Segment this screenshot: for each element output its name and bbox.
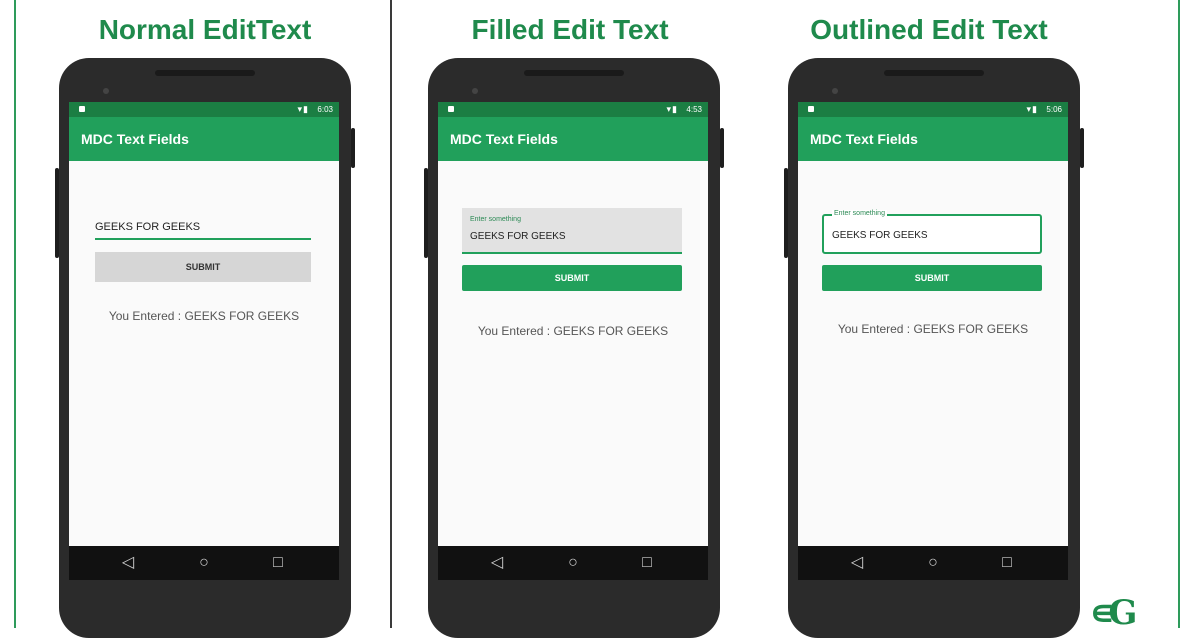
section-title-outlined: Outlined Edit Text bbox=[810, 14, 1048, 45]
back-icon[interactable]: ◁ bbox=[486, 552, 508, 574]
phone-screen: ▾▮ 6:03 MDC Text Fields SUBMIT You Enter… bbox=[69, 102, 339, 580]
submit-button[interactable]: SUBMIT bbox=[822, 265, 1042, 291]
phone-camera bbox=[472, 88, 478, 94]
volume-button bbox=[424, 168, 428, 258]
frame-right-border bbox=[1178, 0, 1180, 628]
app-bar-title: MDC Text Fields bbox=[69, 117, 339, 161]
app-bar-title: MDC Text Fields bbox=[798, 117, 1068, 161]
recents-icon[interactable]: □ bbox=[636, 552, 658, 574]
nav-bar: ◁ ○ □ bbox=[798, 546, 1068, 580]
section-title-filled: Filled Edit Text bbox=[471, 14, 669, 45]
phone-camera bbox=[832, 88, 838, 94]
phone-screen: ▾▮ 4:53 MDC Text Fields Enter something … bbox=[438, 102, 708, 580]
section-title-normal: Normal EditText bbox=[98, 14, 312, 45]
submit-button[interactable]: SUBMIT bbox=[462, 265, 682, 291]
phone-camera bbox=[103, 88, 109, 94]
power-button bbox=[351, 128, 355, 168]
signal-battery-icon: ▾▮ bbox=[666, 104, 678, 114]
status-time: 4:53 bbox=[686, 105, 702, 114]
notification-icon bbox=[808, 106, 814, 112]
phone-speaker bbox=[884, 70, 984, 76]
geeksforgeeks-logo: ∊G bbox=[1090, 598, 1137, 628]
filled-input[interactable] bbox=[470, 228, 670, 244]
phone-speaker bbox=[524, 70, 624, 76]
volume-button bbox=[55, 168, 59, 258]
signal-battery-icon: ▾▮ bbox=[297, 104, 309, 114]
recents-icon[interactable]: □ bbox=[996, 552, 1018, 574]
nav-bar: ◁ ○ □ bbox=[438, 546, 708, 580]
normal-edit-text[interactable] bbox=[95, 216, 311, 240]
notification-icon bbox=[448, 106, 454, 112]
status-bar: ▾▮ 5:06 bbox=[798, 102, 1068, 117]
status-time: 5:06 bbox=[1046, 105, 1062, 114]
signal-battery-icon: ▾▮ bbox=[1026, 104, 1038, 114]
phone-outlined: ▾▮ 5:06 MDC Text Fields Enter something … bbox=[784, 58, 1084, 638]
section-divider bbox=[390, 0, 392, 628]
status-time: 6:03 bbox=[317, 105, 333, 114]
nav-bar: ◁ ○ □ bbox=[69, 546, 339, 580]
frame-left-border bbox=[14, 0, 16, 628]
power-button bbox=[1080, 128, 1084, 168]
status-bar: ▾▮ 6:03 bbox=[69, 102, 339, 117]
app-bar-title: MDC Text Fields bbox=[438, 117, 708, 161]
back-icon[interactable]: ◁ bbox=[117, 552, 139, 574]
result-text: You Entered : GEEKS FOR GEEKS bbox=[477, 324, 669, 338]
outlined-input[interactable] bbox=[832, 227, 1032, 243]
notification-icon bbox=[79, 106, 85, 112]
status-bar: ▾▮ 4:53 bbox=[438, 102, 708, 117]
phone-filled: ▾▮ 4:53 MDC Text Fields Enter something … bbox=[424, 58, 724, 638]
result-text: You Entered : GEEKS FOR GEEKS bbox=[837, 322, 1029, 336]
back-icon[interactable]: ◁ bbox=[846, 552, 868, 574]
home-icon[interactable]: ○ bbox=[193, 552, 215, 574]
outlined-edit-text[interactable]: Enter something bbox=[822, 210, 1042, 254]
home-icon[interactable]: ○ bbox=[922, 552, 944, 574]
volume-button bbox=[784, 168, 788, 258]
input-hint: Enter something bbox=[470, 216, 521, 223]
submit-button[interactable]: SUBMIT bbox=[95, 252, 311, 282]
result-text: You Entered : GEEKS FOR GEEKS bbox=[108, 309, 300, 323]
filled-edit-text[interactable]: Enter something bbox=[462, 208, 682, 254]
power-button bbox=[720, 128, 724, 168]
home-icon[interactable]: ○ bbox=[562, 552, 584, 574]
input-hint: Enter something bbox=[832, 210, 887, 217]
recents-icon[interactable]: □ bbox=[267, 552, 289, 574]
phone-speaker bbox=[155, 70, 255, 76]
phone-screen: ▾▮ 5:06 MDC Text Fields Enter something … bbox=[798, 102, 1068, 580]
phone-normal: ▾▮ 6:03 MDC Text Fields SUBMIT You Enter… bbox=[55, 58, 355, 638]
